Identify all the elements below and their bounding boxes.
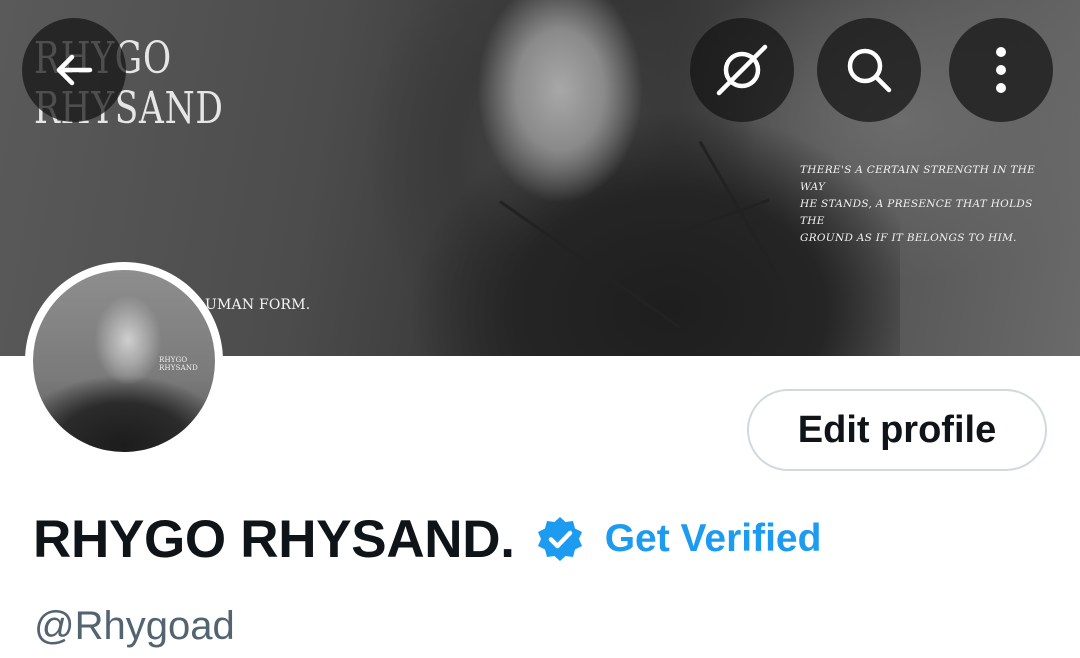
display-name: RHYGO RHYSAND. — [33, 509, 515, 569]
get-verified-link[interactable]: Get Verified — [605, 517, 822, 561]
banner-quote-line: HE STANDS, A PRESENCE THAT HOLDS THE — [800, 198, 1033, 227]
avatar-text: RHYGO RHYSAND — [159, 356, 198, 372]
more-vertical-icon — [996, 47, 1006, 93]
search-icon — [847, 48, 892, 93]
verified-badge-icon[interactable] — [535, 514, 585, 564]
avatar-text-line: RHYGO — [159, 356, 188, 364]
user-handle: @Rhygoad — [34, 604, 235, 648]
avatar-text-line: RHYSAND — [159, 364, 198, 372]
name-row: RHYGO RHYSAND. Get Verified — [33, 508, 821, 570]
banner-quote-line: THERE'S A CERTAIN STRENGTH IN THE WAY — [800, 164, 1036, 193]
banner-quote: THERE'S A CERTAIN STRENGTH IN THE WAY HE… — [800, 162, 1050, 247]
grok-button[interactable] — [690, 18, 794, 122]
banner-quote-line: GROUND AS IF IT BELONGS TO HIM. — [800, 232, 1017, 244]
back-button[interactable] — [22, 18, 126, 122]
avatar[interactable]: RHYGO RHYSAND — [25, 262, 223, 460]
banner-caption: UMAN FORM. — [205, 297, 311, 313]
search-button[interactable] — [817, 18, 921, 122]
arrow-left-icon — [56, 54, 93, 86]
edit-profile-button[interactable]: Edit profile — [747, 389, 1047, 471]
grok-icon — [716, 44, 768, 96]
avatar-photo: RHYGO RHYSAND — [33, 270, 215, 452]
more-options-button[interactable] — [949, 18, 1053, 122]
